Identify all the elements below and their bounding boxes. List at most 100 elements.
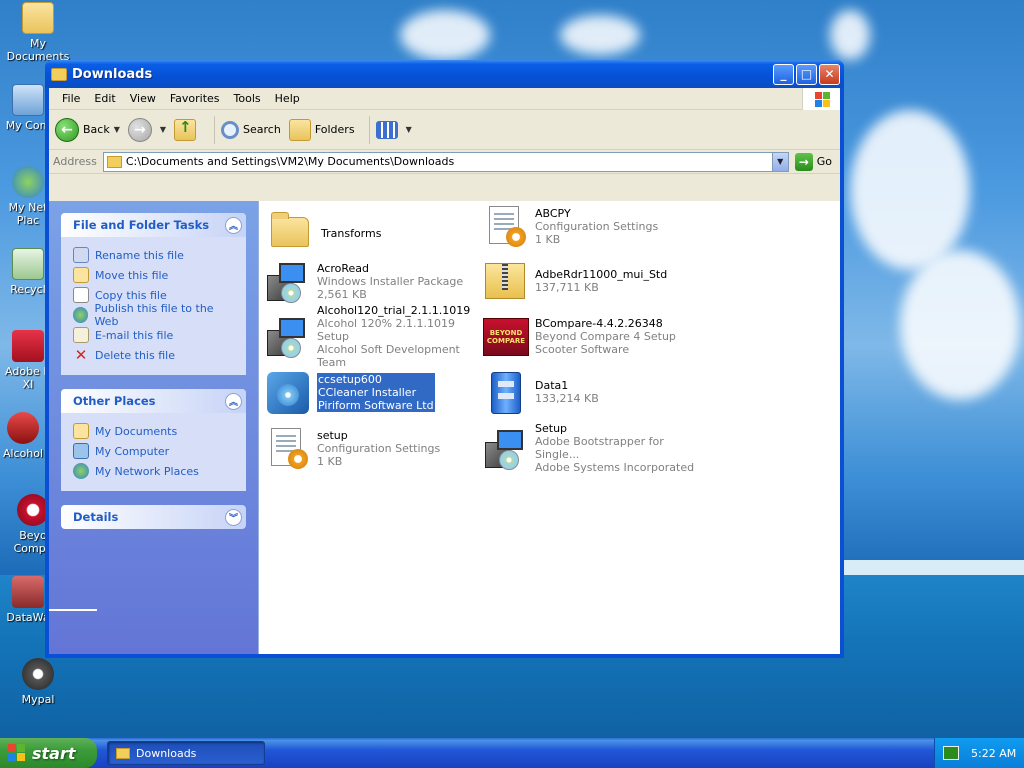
menu-bar: File Edit View Favorites Tools Help [49, 88, 840, 110]
panel-body: Rename this file Move this file Copy thi… [61, 237, 246, 375]
back-button[interactable]: ← Back ▼ [55, 117, 120, 142]
back-arrow-icon: ← [55, 117, 79, 142]
file-item[interactable]: AcroRead Windows Installer Package 2,561… [263, 255, 478, 307]
file-item[interactable]: setup Configuration Settings 1 KB [263, 422, 478, 474]
copy-icon [73, 287, 89, 303]
task-label: E-mail this file [95, 328, 174, 342]
file-item[interactable]: BEYOND COMPARE BCompare-4.4.2.26348 Beyo… [481, 310, 696, 362]
file-name: BCompare-4.4.2.26348 [535, 316, 663, 330]
task-rename[interactable]: Rename this file [73, 245, 236, 265]
chevron-down-icon[interactable]: ▼ [771, 152, 788, 171]
task-label: Delete this file [95, 348, 175, 362]
task-email[interactable]: E-mail this file [73, 325, 236, 345]
cloud [850, 110, 970, 270]
maximize-button[interactable]: □ [796, 63, 817, 85]
file-name: Transforms [321, 226, 382, 240]
task-move[interactable]: Move this file [73, 265, 236, 285]
taskbar-item-downloads[interactable]: Downloads [107, 741, 265, 765]
installer-icon [263, 312, 311, 360]
file-item[interactable]: Setup Adobe Bootstrapper for Single... A… [481, 422, 696, 474]
panel-title: File and Folder Tasks [73, 218, 210, 232]
ccleaner-icon [263, 368, 311, 416]
views-button[interactable]: ▼ [375, 120, 412, 139]
place-label: My Computer [95, 444, 170, 458]
up-button[interactable]: ↑ [174, 118, 200, 141]
menu-favorites[interactable]: Favorites [163, 92, 227, 105]
menu-edit[interactable]: Edit [87, 92, 122, 105]
desktop-icon-my-documents[interactable]: My Documents [0, 2, 76, 63]
file-list[interactable]: Transforms ABCPY Configuration Settings … [258, 201, 840, 654]
folder-icon [106, 155, 122, 168]
menu-tools[interactable]: Tools [227, 92, 268, 105]
chevron-down-icon[interactable]: ▼ [114, 125, 120, 134]
file-company: Alcohol Soft Development Team [317, 342, 460, 369]
search-button[interactable]: Search [221, 120, 281, 139]
panel-header[interactable]: Other Places ︽ [61, 389, 246, 413]
folders-label: Folders [314, 123, 355, 136]
desktop-icon-label: Mypal [21, 693, 55, 706]
menu-file[interactable]: File [55, 92, 87, 105]
cloud [560, 15, 640, 55]
file-item[interactable]: Data1 133,214 KB [481, 366, 696, 418]
explorer-window: Downloads _ □ ✕ File Edit View Favorites… [45, 60, 844, 658]
panel-header[interactable]: Details ︾ [61, 505, 246, 529]
network-places-icon [73, 463, 89, 479]
chevron-down-icon[interactable]: ︾ [225, 508, 242, 526]
file-meta: Data1 133,214 KB [535, 379, 599, 405]
mypal-icon [22, 658, 54, 690]
file-item[interactable]: AdbeRdr11000_mui_Std 137,711 KB [481, 255, 696, 307]
file-size: 1 KB [535, 232, 561, 246]
task-pane: File and Folder Tasks ︽ Rename this file… [49, 201, 258, 654]
minimize-button[interactable]: _ [773, 63, 794, 85]
file-item[interactable]: Alcohol120_trial_2.1.1.1019 Alcohol 120%… [263, 304, 478, 369]
forward-button[interactable]: → ▼ [127, 117, 166, 142]
title-bar[interactable]: Downloads _ □ ✕ [45, 60, 844, 88]
panel-header[interactable]: File and Folder Tasks ︽ [61, 213, 246, 237]
cabinet-icon [491, 372, 521, 414]
file-company: Adobe Systems Incorporated [535, 461, 695, 474]
go-button[interactable]: → Go [789, 152, 840, 171]
recycle-bin-icon [12, 248, 44, 280]
chevron-up-icon[interactable]: ︽ [225, 392, 242, 410]
menu-help[interactable]: Help [268, 92, 307, 105]
file-type: Configuration Settings [317, 441, 441, 455]
clock[interactable]: 5:22 AM [971, 747, 1016, 760]
maximize-icon: □ [800, 67, 813, 81]
desktop-icon-mypal[interactable]: Mypal [0, 658, 76, 706]
file-item-selected[interactable]: ccsetup600 CCleaner Installer Piriform S… [263, 366, 478, 418]
network-status-icon[interactable] [943, 746, 959, 760]
place-my-documents[interactable]: My Documents [73, 421, 236, 441]
task-publish[interactable]: Publish this file to the Web [73, 302, 236, 328]
file-item[interactable]: ABCPY Configuration Settings 1 KB [481, 200, 696, 252]
place-my-network[interactable]: My Network Places [73, 461, 236, 481]
task-delete[interactable]: ✕ Delete this file [73, 345, 236, 365]
file-description: CCleaner Installer [318, 385, 417, 399]
back-label: Back [83, 123, 110, 136]
file-meta: Setup Adobe Bootstrapper for Single... A… [535, 422, 696, 474]
go-label: Go [816, 155, 832, 168]
alcohol-icon [7, 412, 39, 444]
my-computer-icon [73, 443, 89, 459]
start-button[interactable]: start [0, 738, 97, 768]
address-value: C:\Documents and Settings\VM2\My Documen… [125, 155, 455, 168]
panel-title: Other Places [73, 394, 156, 408]
folders-button[interactable]: Folders [288, 118, 355, 141]
config-file-icon [489, 206, 526, 247]
file-size: 137,711 KB [535, 281, 599, 294]
address-input[interactable]: C:\Documents and Settings\VM2\My Documen… [102, 151, 789, 172]
cloud [400, 10, 490, 60]
file-folder-tasks-panel: File and Folder Tasks ︽ Rename this file… [61, 213, 246, 375]
toolbar-separator [368, 115, 370, 144]
installer-icon [267, 318, 307, 358]
place-my-computer[interactable]: My Computer [73, 441, 236, 461]
minimize-icon: _ [780, 67, 787, 81]
menu-view[interactable]: View [123, 92, 163, 105]
chevron-up-icon[interactable]: ︽ [225, 216, 242, 234]
globe-icon [73, 307, 89, 323]
chevron-down-icon[interactable]: ▼ [160, 125, 166, 134]
close-button[interactable]: ✕ [819, 63, 840, 85]
move-icon [73, 267, 89, 283]
taskbar-item-label: Downloads [136, 746, 197, 760]
file-item[interactable]: Transforms [267, 207, 482, 259]
address-label: Address [53, 155, 97, 168]
